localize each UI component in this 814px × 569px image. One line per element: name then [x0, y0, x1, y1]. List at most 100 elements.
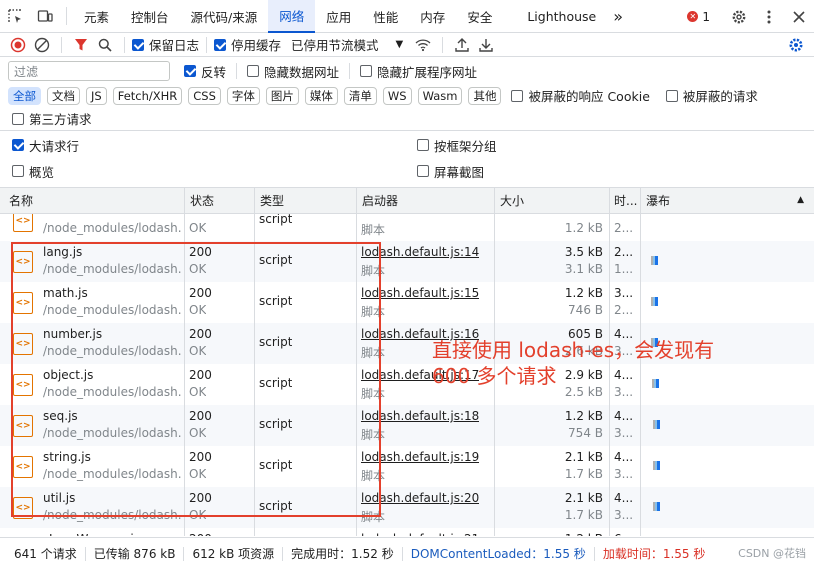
disable-cache-toggle[interactable]: 停用缓存 [214, 35, 281, 54]
close-devtools-icon[interactable] [784, 0, 814, 33]
big-rows-checkbox[interactable] [12, 139, 24, 151]
resource-type: script [259, 335, 293, 349]
blocked-requests-toggle[interactable]: 被屏蔽的请求 [665, 86, 758, 105]
type-chip-other[interactable]: 其他 [468, 86, 502, 105]
group-by-frame-checkbox[interactable] [417, 139, 429, 151]
initiator-link[interactable]: lodash.default.js:15 [361, 286, 479, 300]
table-row[interactable]: <>_LazyWrapper.js 200 lodash.default.js:21… [0, 528, 814, 536]
initiator-link[interactable]: lodash.default.js:21 [361, 532, 479, 536]
initiator-type: 脚本 [361, 428, 386, 442]
invert-toggle[interactable]: 反转 [184, 62, 226, 81]
table-row[interactable]: <> lang.js/node_modules/lodash... 200 OK scr… [0, 241, 814, 282]
latency-value: 2... [614, 221, 634, 235]
hide-extension-urls-checkbox[interactable] [360, 65, 373, 77]
waterfall-cell [641, 214, 814, 241]
type-chip-ws[interactable]: WS [382, 86, 412, 105]
time-cell: 2... 1... [610, 241, 641, 282]
blocked-requests-checkbox[interactable] [665, 89, 678, 102]
initiator-link[interactable]: lodash.default.js:19 [361, 450, 479, 464]
table-row[interactable]: <> string.js/node_modules/lodash... 200 OK s… [0, 446, 814, 487]
resource-size: 746 B [568, 303, 603, 317]
filter-funnel-icon[interactable] [69, 34, 93, 56]
screenshots-checkbox[interactable] [417, 165, 429, 177]
tab-lighthouse[interactable]: Lighthouse [503, 0, 607, 33]
more-options-icon[interactable] [754, 0, 784, 33]
tab-console[interactable]: 控制台 [120, 0, 180, 33]
invert-checkbox[interactable] [184, 65, 196, 77]
inspect-element-icon[interactable] [0, 0, 30, 33]
record-stop-icon[interactable] [6, 34, 30, 56]
status-code: 200 [189, 368, 212, 382]
network-conditions-wifi-icon[interactable] [411, 34, 435, 56]
error-count-badge[interactable]: ✕ 1 [687, 10, 710, 24]
name-cell: <> lang.js/node_modules/lodash... [0, 241, 185, 282]
status-code: 200 [189, 409, 212, 423]
throttle-select[interactable]: 已停用节流模式 ▼ [291, 35, 403, 54]
disable-cache-label: 停用缓存 [231, 38, 282, 53]
tab-performance[interactable]: 性能 [362, 0, 409, 33]
preserve-log-toggle[interactable]: 保留日志 [132, 35, 199, 54]
disable-cache-checkbox[interactable] [214, 38, 227, 51]
type-chip-all[interactable]: 全部 [8, 86, 41, 105]
search-icon[interactable] [93, 34, 117, 56]
network-settings-gear-icon[interactable] [784, 34, 808, 56]
export-har-download-icon[interactable] [474, 34, 498, 56]
tab-network[interactable]: 网络 [268, 0, 316, 33]
status-text: OK [189, 385, 207, 399]
third-party-checkbox[interactable] [12, 112, 24, 125]
hide-data-urls-toggle[interactable]: 隐藏数据网址 [247, 62, 339, 81]
preserve-log-checkbox[interactable] [132, 38, 144, 51]
type-chip-fetch-xhr[interactable]: Fetch/XHR [112, 86, 183, 105]
column-header-initiator[interactable]: 启动器 [357, 188, 495, 214]
initiator-link[interactable]: lodash.default.js:18 [361, 409, 479, 423]
type-chip-js[interactable]: JS [86, 86, 107, 105]
type-chip-doc[interactable]: 文档 [47, 86, 80, 105]
settings-gear-icon[interactable] [724, 0, 754, 33]
status-cell: 200 OK [185, 323, 255, 364]
status-code: 200 [189, 450, 212, 464]
clear-icon[interactable] [30, 34, 54, 56]
import-har-upload-icon[interactable] [450, 34, 474, 56]
column-header-waterfall[interactable]: 瀑布 [641, 188, 791, 214]
overview-checkbox[interactable] [12, 165, 24, 177]
hide-data-urls-checkbox[interactable] [247, 65, 260, 77]
table-row[interactable]: <> /node_modules/lodash... OK script 脚本 1.2 k… [0, 214, 814, 241]
filter-input[interactable]: 过滤 [8, 61, 170, 81]
column-header-type[interactable]: 类型 [255, 188, 357, 214]
type-chip-css[interactable]: CSS [188, 86, 221, 105]
hide-extension-urls-toggle[interactable]: 隐藏扩展程序网址 [360, 62, 477, 81]
tab-application[interactable]: 应用 [315, 0, 362, 33]
column-header-name[interactable]: 名称 [4, 188, 185, 214]
screenshots-toggle[interactable]: 屏幕截图 [417, 162, 484, 181]
column-header-status[interactable]: 状态 [185, 188, 255, 214]
request-name: lang.js [43, 245, 83, 259]
blocked-response-cookies-toggle[interactable]: 被屏蔽的响应 Cookie [511, 86, 650, 105]
type-chip-font[interactable]: 字体 [226, 86, 260, 105]
group-by-frame-toggle[interactable]: 按框架分组 [417, 136, 497, 155]
tab-memory[interactable]: 内存 [409, 0, 456, 33]
initiator-link[interactable]: lodash.default.js:20 [361, 491, 479, 505]
tab-sources[interactable]: 源代码/来源 [180, 0, 269, 33]
tab-security[interactable]: 安全 [456, 0, 503, 33]
third-party-toggle[interactable]: 第三方请求 [12, 109, 92, 128]
overview-toggle[interactable]: 概览 [12, 162, 54, 181]
initiator-type: 脚本 [361, 264, 386, 278]
type-chip-img[interactable]: 图片 [265, 86, 299, 105]
sort-ascending-icon[interactable]: ▲ [797, 195, 804, 205]
type-chip-media[interactable]: 媒体 [304, 86, 338, 105]
type-cell [255, 528, 357, 536]
big-request-rows-toggle[interactable]: 大请求行 [12, 136, 79, 155]
table-row[interactable]: <> math.js/node_modules/lodash... 200 OK scr… [0, 282, 814, 323]
table-row[interactable]: <> util.js/node_modules/lodash... 200 OK scr… [0, 487, 814, 528]
type-chip-wasm[interactable]: Wasm [417, 86, 463, 105]
more-tabs-button[interactable]: » [607, 0, 629, 33]
table-row[interactable]: <> seq.js/node_modules/lodash... 200 OK scri… [0, 405, 814, 446]
device-toolbar-icon[interactable] [30, 0, 60, 33]
column-header-time[interactable]: 时... [610, 188, 641, 214]
status-cell: 200 [185, 528, 255, 536]
tab-elements[interactable]: 元素 [73, 0, 120, 33]
initiator-link[interactable]: lodash.default.js:14 [361, 245, 479, 259]
type-chip-manifest[interactable]: 清单 [343, 86, 377, 105]
column-header-size[interactable]: 大小 [495, 188, 610, 214]
blocked-cookies-checkbox[interactable] [511, 89, 524, 102]
